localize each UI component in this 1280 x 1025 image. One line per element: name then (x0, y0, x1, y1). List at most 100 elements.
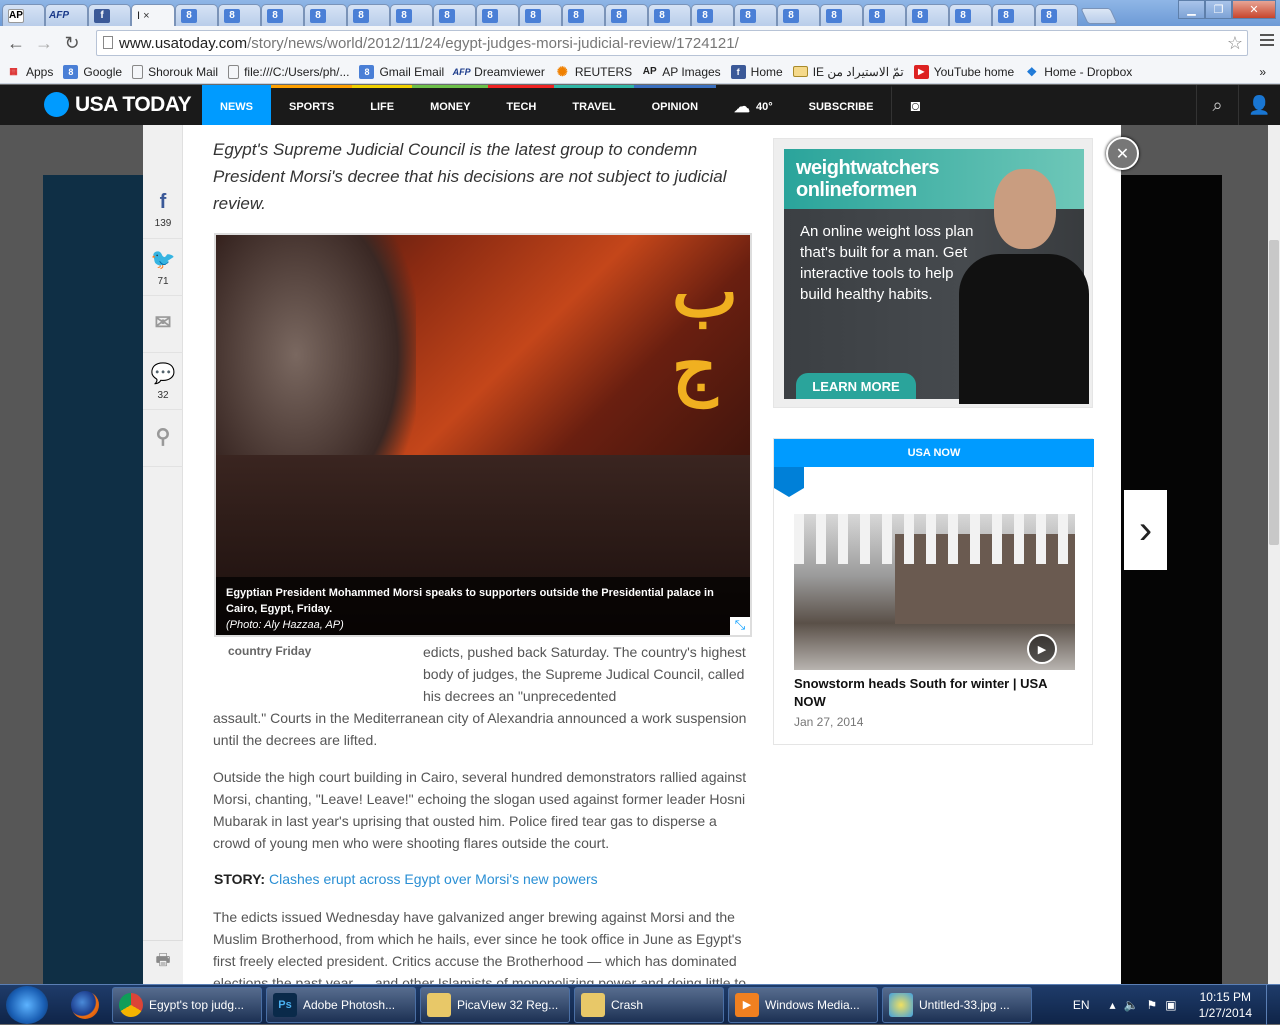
tab-ap[interactable]: AP (2, 4, 45, 26)
play-icon[interactable]: ▶ (1027, 634, 1057, 664)
bookmark-ie-import[interactable]: IE تمّ الاستيراد من (792, 65, 904, 79)
taskbar-item-photoshop[interactable]: Ps Adobe Photosh... (266, 986, 416, 1023)
close-overlay-button[interactable]: ✕ (1106, 137, 1139, 170)
advertisement[interactable]: weightwatchers onlineformen An online wei… (773, 138, 1093, 408)
dropbox-icon: ❖ (1026, 64, 1038, 79)
story-link[interactable]: Clashes erupt across Egypt over Morsi's … (269, 871, 598, 887)
bookmark-reuters[interactable]: ✺ REUTERS (555, 64, 632, 79)
tab-google[interactable]: 8 (433, 4, 476, 26)
taskbar-firefox[interactable] (62, 986, 108, 1024)
taskbar-item-media-player[interactable]: ▶ Windows Media... (728, 986, 878, 1023)
bookmark-gmail[interactable]: 8 Gmail Email (359, 64, 444, 79)
user-icon: 👤 (1248, 94, 1271, 115)
tab-google[interactable]: 8 (390, 4, 433, 26)
back-button[interactable]: ← (4, 31, 28, 55)
google-icon: 8 (359, 64, 375, 79)
bookmark-google[interactable]: 8 Google (63, 64, 122, 79)
clock[interactable]: 10:15 PM 1/27/2014 (1199, 989, 1252, 1021)
tab-google[interactable]: 8 (949, 4, 992, 26)
tab-google[interactable]: 8 (691, 4, 734, 26)
taskbar-item-crash[interactable]: Crash (574, 986, 724, 1023)
maximize-button[interactable]: ❐ (1205, 0, 1232, 19)
share-facebook[interactable]: f 139 (143, 182, 183, 239)
tab-google[interactable]: 8 (261, 4, 304, 26)
chrome-menu-icon[interactable] (1260, 34, 1274, 49)
next-article-button[interactable]: › (1124, 490, 1167, 570)
tab-google[interactable]: 8 (519, 4, 562, 26)
start-button[interactable] (6, 985, 48, 1024)
address-bar[interactable]: www.usatoday.com/story/news/world/2012/1… (96, 30, 1248, 56)
print-button[interactable]: 🖶 (143, 940, 183, 984)
bookmark-shorouk-mail[interactable]: Shorouk Mail (132, 64, 218, 79)
minimize-button[interactable]: ▁ (1178, 0, 1205, 19)
tab-google[interactable]: 8 (648, 4, 691, 26)
new-tab-button[interactable] (1080, 8, 1118, 24)
tab-google[interactable]: 8 (1035, 4, 1078, 26)
user-button[interactable]: 👤 (1238, 85, 1280, 125)
google-favicon-icon: 8 (783, 8, 799, 23)
bookmark-dreamviewer[interactable]: AFP Dreamviewer (453, 65, 545, 79)
bookmark-apps[interactable]: ▦ Apps (6, 65, 53, 79)
article-photo[interactable]: بج Egyptian President Mohammed Morsi spe… (214, 233, 752, 637)
tab-google[interactable]: 8 (734, 4, 777, 26)
nav-travel[interactable]: TRAVEL (554, 85, 634, 125)
tab-google[interactable]: 8 (562, 4, 605, 26)
usatoday-logo[interactable]: USA TODAY (44, 92, 192, 117)
tab-usatoday-active[interactable]: I × (131, 4, 175, 26)
tab-google[interactable]: 8 (175, 4, 218, 26)
tray-icons[interactable]: ▴🔈⚑▣ (1110, 998, 1185, 1012)
nav-sports[interactable]: SPORTS (271, 85, 353, 125)
show-desktop-button[interactable] (1266, 985, 1280, 1025)
search-button[interactable]: ⌕ (1196, 85, 1238, 125)
page-scrollbar[interactable] (1268, 125, 1280, 985)
bookmark-ap-images[interactable]: AP AP Images (642, 65, 721, 79)
window-close-button[interactable]: ✕ (1232, 0, 1276, 19)
nav-life[interactable]: LIFE (352, 85, 413, 125)
taskbar-item-paint[interactable]: Untitled-33.jpg ... (882, 986, 1032, 1023)
tab-google[interactable]: 8 (218, 4, 261, 26)
nav-tech[interactable]: TECH (488, 85, 555, 125)
share-email[interactable]: ✉ (143, 296, 183, 353)
tab-google[interactable]: 8 (992, 4, 1035, 26)
share-location[interactable]: ⚲ (143, 410, 183, 467)
nav-opinion[interactable]: OPINION (633, 85, 717, 125)
bookmark-file[interactable]: file:///C:/Users/ph/... (228, 64, 349, 79)
taskbar-item-chrome[interactable]: Egypt's top judg... (112, 986, 262, 1023)
tab-google[interactable]: 8 (820, 4, 863, 26)
tab-afp[interactable]: AFP (45, 4, 88, 26)
nav-weather[interactable]: ☁ 40° (716, 85, 791, 125)
tab-google[interactable]: 8 (304, 4, 347, 26)
tab-google[interactable]: 8 (777, 4, 820, 26)
forward-button[interactable]: → (32, 31, 56, 55)
tab-facebook[interactable]: f (88, 4, 131, 26)
scrollbar-thumb[interactable] (1269, 240, 1279, 545)
nav-money[interactable]: MONEY (412, 85, 489, 125)
tab-google[interactable]: 8 (605, 4, 648, 26)
tab-google[interactable]: 8 (906, 4, 949, 26)
bookmark-facebook-home[interactable]: f Home (730, 64, 783, 79)
bookmark-youtube[interactable]: ▶ YouTube home (913, 64, 1014, 79)
tab-google[interactable]: 8 (347, 4, 390, 26)
share-comments[interactable]: 💬 32 (143, 353, 183, 410)
nav-subscribe[interactable]: SUBSCRIBE (791, 85, 892, 125)
usa-now-video-thumbnail[interactable]: ▶ (794, 514, 1075, 670)
language-indicator[interactable]: EN (1073, 998, 1090, 1012)
ad-creative[interactable]: weightwatchers onlineformen An online wei… (784, 149, 1089, 404)
tab-google[interactable]: 8 (863, 4, 906, 26)
bookmark-dropbox[interactable]: ❖ Home - Dropbox (1024, 65, 1132, 79)
tab-google[interactable]: 8 (476, 4, 519, 26)
expand-photo-icon[interactable]: ⤡ (730, 617, 750, 635)
tab-close-icon[interactable]: × (143, 10, 149, 22)
nav-photos[interactable]: ◙ (891, 85, 938, 125)
bookmark-star-icon[interactable]: ☆ (1227, 33, 1243, 54)
nav-news[interactable]: NEWS (202, 85, 271, 125)
usa-now-title[interactable]: Snowstorm heads South for winter | USA N… (794, 675, 1064, 711)
article-paragraph: The edicts issued Wednesday have galvani… (213, 909, 747, 984)
share-twitter[interactable]: 🐦 71 (143, 239, 183, 296)
taskbar-item-picaview[interactable]: PicaView 32 Reg... (420, 986, 570, 1023)
ad-learn-more-button[interactable]: LEARN MORE (796, 373, 916, 399)
clock-time: 10:15 PM (1199, 990, 1251, 1004)
bookmarks-more[interactable]: » (1259, 65, 1266, 79)
folder-icon (792, 66, 808, 77)
reload-button[interactable]: ↻ (60, 31, 84, 55)
